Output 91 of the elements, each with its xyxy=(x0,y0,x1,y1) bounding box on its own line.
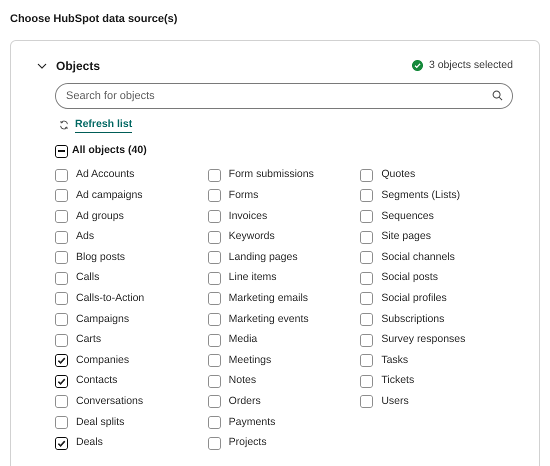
checkbox-label: Ad campaigns xyxy=(76,188,143,204)
checkbox-label: Contacts xyxy=(76,373,118,388)
checkbox-label: Site pages xyxy=(381,229,431,244)
checkbox[interactable] xyxy=(360,312,374,326)
checkbox[interactable] xyxy=(55,168,68,182)
checkbox[interactable] xyxy=(360,230,374,244)
search-icon[interactable] xyxy=(492,90,503,101)
checkbox-label: Ad Accounts xyxy=(76,167,134,182)
selection-status: 3 objects selected xyxy=(428,58,513,73)
checkbox-label: Companies xyxy=(76,352,130,368)
checkbox[interactable] xyxy=(55,436,68,450)
checkbox[interactable] xyxy=(208,210,221,223)
checkbox[interactable] xyxy=(208,395,221,408)
checkbox-label: Ads xyxy=(76,229,94,244)
checkbox-label: Landing pages xyxy=(228,250,298,265)
checkbox-label: Tasks xyxy=(381,352,408,368)
checkbox-label: Tickets xyxy=(381,373,414,388)
checkbox-label: Blog posts xyxy=(76,250,126,265)
checkbox-label: Quotes xyxy=(381,167,416,182)
checkbox[interactable] xyxy=(55,334,68,347)
checkbox-label: Deal splits xyxy=(76,414,124,430)
checkbox-label: Media xyxy=(228,332,258,348)
checkbox[interactable] xyxy=(208,251,221,264)
checkbox-label: Marketing events xyxy=(228,312,309,327)
checkbox-label: Users xyxy=(381,394,409,409)
checkbox-label: Calls xyxy=(76,270,100,286)
checkbox-label: Sequences xyxy=(381,208,434,224)
checkbox[interactable] xyxy=(55,292,68,306)
checkbox[interactable] xyxy=(360,334,374,347)
checkbox-label: All objects (40) xyxy=(72,143,147,158)
checkbox-label: Invoices xyxy=(228,208,268,224)
checkbox-label: Marketing emails xyxy=(228,290,308,306)
checkbox[interactable] xyxy=(208,189,221,202)
checkbox[interactable] xyxy=(55,251,68,264)
checkbox-label: Subscriptions xyxy=(381,312,444,327)
chevron-icon[interactable] xyxy=(37,60,47,70)
section-title: Objects xyxy=(56,58,100,74)
checkbox-label: Deals xyxy=(76,435,103,450)
checkbox-label: Projects xyxy=(228,435,267,450)
checkbox[interactable] xyxy=(55,374,68,388)
checkbox-label: Payments xyxy=(228,414,276,430)
checkbox-label: Conversations xyxy=(76,394,144,409)
checkbox-label: Social channels xyxy=(381,250,455,265)
checkbox[interactable] xyxy=(360,292,374,306)
checkbox[interactable] xyxy=(208,230,221,244)
checkbox[interactable] xyxy=(55,416,68,429)
checkbox-label: Ad groups xyxy=(76,208,124,224)
checkbox[interactable] xyxy=(208,374,221,388)
checkbox-label: Calls-to-Action xyxy=(76,290,144,306)
checkbox[interactable] xyxy=(208,334,221,347)
checkbox[interactable] xyxy=(55,354,68,368)
checkbox-label: Meetings xyxy=(228,352,272,368)
checkbox-label: Form submissions xyxy=(228,167,314,182)
checkbox-label: Notes xyxy=(228,373,256,388)
checkbox[interactable] xyxy=(55,312,68,326)
checkbox[interactable] xyxy=(208,292,221,306)
checkbox[interactable] xyxy=(360,395,374,408)
checkbox-label: Segments (Lists) xyxy=(381,188,460,204)
checkbox[interactable] xyxy=(55,189,68,202)
checkbox-label: Forms xyxy=(228,188,258,204)
checkbox[interactable] xyxy=(208,416,221,429)
checkbox[interactable] xyxy=(55,210,68,223)
checkbox-label: Keywords xyxy=(228,229,275,244)
checkbox-label: Campaigns xyxy=(76,312,130,327)
checkbox[interactable] xyxy=(360,168,374,182)
checkbox-label: Carts xyxy=(76,332,102,348)
checkbox[interactable] xyxy=(360,251,374,264)
checkbox[interactable] xyxy=(360,354,374,368)
checkbox-label: Survey responses xyxy=(381,332,466,348)
page-heading: Choose HubSpot data source(s) xyxy=(10,12,178,27)
checkbox[interactable] xyxy=(55,230,68,244)
checkbox[interactable] xyxy=(208,436,221,450)
checkbox[interactable] xyxy=(208,272,221,285)
checkbox[interactable] xyxy=(55,395,68,408)
checkbox[interactable] xyxy=(208,312,221,326)
checkbox-label: Orders xyxy=(228,394,261,409)
checkbox[interactable] xyxy=(360,374,374,388)
checkbox[interactable] xyxy=(360,189,374,202)
checkbox[interactable] xyxy=(55,272,68,285)
refresh-link[interactable]: Refresh list xyxy=(75,116,132,134)
checkbox[interactable] xyxy=(360,210,374,223)
checkbox-label: Line items xyxy=(228,270,277,286)
checkbox[interactable] xyxy=(208,168,221,182)
checkbox[interactable] xyxy=(55,144,68,158)
checkbox[interactable] xyxy=(360,272,374,285)
checkbox[interactable] xyxy=(208,354,221,368)
checkbox-label: Social profiles xyxy=(381,290,447,306)
checkbox-label: Social posts xyxy=(381,270,438,286)
search-field[interactable]: Search for objects xyxy=(55,82,513,108)
check-circle-icon xyxy=(412,60,423,71)
refresh-icon xyxy=(59,120,69,130)
